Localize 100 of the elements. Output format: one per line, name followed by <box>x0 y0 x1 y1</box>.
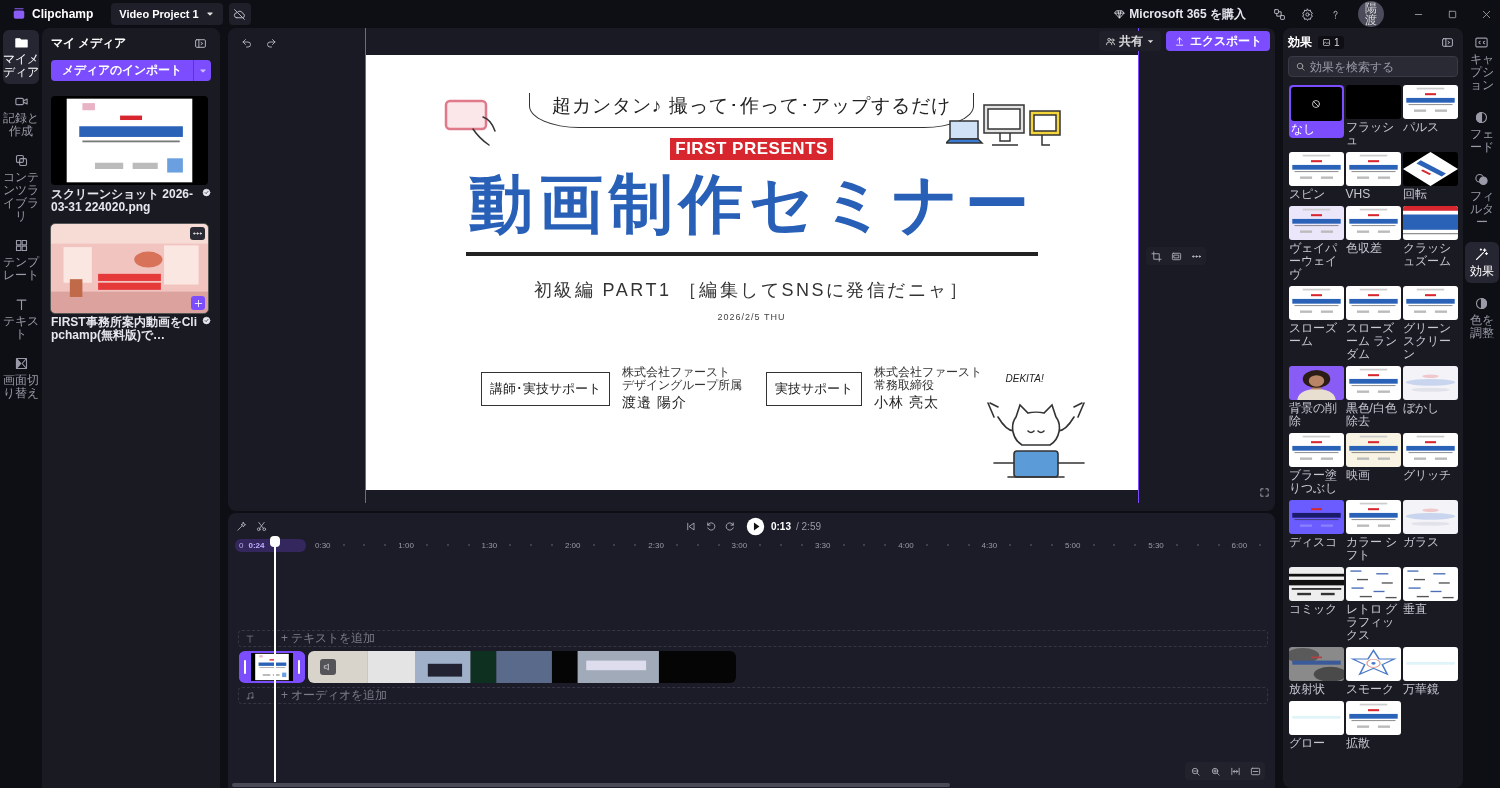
image-icon <box>1322 37 1331 47</box>
sidebar-item[interactable]: テキスト <box>3 292 39 346</box>
ruler-label: 4:00 <box>898 540 914 550</box>
ruler-label: 1:00 <box>398 540 414 550</box>
effect-tile[interactable]: グリッチ <box>1402 433 1458 484</box>
ruler-label: 2:30 <box>648 540 664 550</box>
more-button[interactable] <box>190 227 205 240</box>
sidebar-item[interactable]: 色を調整 <box>1464 291 1499 345</box>
add-audio-track[interactable]: + オーディオを追加 <box>238 687 1268 704</box>
transition-icon <box>13 356 29 371</box>
effect-tile[interactable]: レトロ グラフィックス <box>1345 567 1401 644</box>
check-icon <box>202 316 211 325</box>
fit-screen-icon <box>1249 765 1261 777</box>
effect-tile[interactable]: 映画 <box>1345 433 1401 484</box>
maximize-icon <box>1446 8 1458 20</box>
effect-tile[interactable]: ガラス <box>1402 500 1458 551</box>
scissors-icon <box>255 520 267 532</box>
half-circle-icon <box>1474 296 1489 311</box>
video-clip[interactable] <box>239 651 305 683</box>
user-avatar[interactable]: 陽渡 <box>1358 1 1384 27</box>
effect-tile[interactable]: ぼかし <box>1402 366 1458 417</box>
stacked-squares-icon <box>13 153 29 168</box>
import-dropdown[interactable] <box>193 60 211 81</box>
share-button[interactable]: 共有 <box>1099 31 1161 51</box>
fullscreen-icon <box>1258 486 1270 498</box>
ruler-label: 4:30 <box>981 540 998 550</box>
effect-tile[interactable]: パルス <box>1402 85 1458 136</box>
effect-tile[interactable]: グロー <box>1288 701 1344 752</box>
fit-icon <box>1170 250 1182 262</box>
effect-tile[interactable]: 色収差 <box>1345 206 1401 257</box>
effect-tile[interactable]: ディスコ <box>1288 500 1344 551</box>
undo-icon <box>241 37 253 49</box>
position-text: 常務取締役 <box>874 379 935 392</box>
effect-tile[interactable]: 回転 <box>1402 152 1458 203</box>
effect-tile[interactable]: 万華鏡 <box>1402 647 1458 698</box>
effect-tile[interactable]: ヴェイパーウェイヴ <box>1288 206 1344 283</box>
add-button[interactable] <box>191 296 205 310</box>
sidebar-item[interactable]: 記録と作成 <box>3 89 39 143</box>
project-menu[interactable]: Video Project 1 <box>111 3 223 25</box>
effect-tile[interactable]: VHS <box>1345 152 1401 203</box>
connect-icon <box>1272 7 1286 21</box>
ruler-label: 1:30 <box>481 540 498 550</box>
effect-tile[interactable]: 黒色/白色除去 <box>1345 366 1401 430</box>
role-label: 講師･実技サポート <box>481 372 610 406</box>
effect-tile[interactable]: コミック <box>1288 567 1344 618</box>
effect-tile[interactable]: 拡散 <box>1345 701 1401 752</box>
music-note-icon <box>245 690 255 701</box>
search-input[interactable]: 効果を検索する <box>1310 59 1451 74</box>
scrollbar[interactable] <box>232 783 950 787</box>
panel-title: 効果 <box>1288 33 1312 51</box>
search-field[interactable]: 効果を検索する <box>1288 56 1458 77</box>
effect-tile[interactable]: ブラー塗りつぶし <box>1288 433 1344 497</box>
play-button[interactable] <box>745 516 765 536</box>
panel-icon <box>193 36 207 50</box>
half-circle-icon <box>1474 110 1489 125</box>
sidebar-item[interactable]: 画面切り替え <box>3 351 39 405</box>
track-label: + オーディオを追加 <box>281 687 388 704</box>
effect-tile[interactable]: スローズーム ランダム <box>1345 286 1401 363</box>
sync-button[interactable] <box>228 3 251 25</box>
effect-tile[interactable]: グリーンスクリーン <box>1402 286 1458 363</box>
effect-tile[interactable]: スピン <box>1288 152 1344 203</box>
sidebar-item[interactable]: キャプション <box>1464 30 1499 97</box>
cloud-off-icon <box>233 7 247 21</box>
effect-tile[interactable]: スモーク <box>1345 647 1401 698</box>
plus-icon <box>192 297 204 309</box>
people-icon <box>1105 35 1116 47</box>
audio-badge[interactable] <box>320 659 336 675</box>
sidebar-item[interactable]: テンプレート <box>3 233 39 287</box>
export-button[interactable]: エクスポート <box>1166 31 1270 51</box>
effect-tile[interactable]: 垂直 <box>1402 567 1458 618</box>
add-text-track[interactable]: + テキストを追加 <box>238 630 1268 647</box>
captions-icon <box>1474 35 1489 50</box>
check-icon <box>202 188 211 197</box>
playhead[interactable] <box>269 536 281 782</box>
effect-tile[interactable]: スローズーム <box>1288 286 1344 350</box>
ruler-label: 0 <box>239 540 244 550</box>
effect-tile[interactable]: カラー シフト <box>1345 500 1401 564</box>
sidebar-item[interactable]: 効果 <box>1464 242 1499 283</box>
effect-tile[interactable]: 背景の削除 <box>1288 366 1344 430</box>
slide-date: 2026/2/5 THU <box>717 312 786 322</box>
current-time: 0:13 <box>770 520 791 532</box>
settings-icon <box>1300 7 1314 21</box>
skip-back-icon <box>685 520 697 532</box>
sidebar-item[interactable]: マイメディア <box>3 30 39 84</box>
effect-tile[interactable]: フラッシュ <box>1345 85 1401 149</box>
slide-title: 動画制作セミナー <box>468 168 1035 240</box>
play-icon <box>745 516 765 536</box>
buy-link[interactable]: Microsoft 365 を購入 <box>1108 4 1252 24</box>
ruler-label: 2:00 <box>564 540 581 550</box>
sidebar-item[interactable]: フェード <box>1464 105 1499 159</box>
sidebar-item[interactable]: コンテンツライブラリ <box>3 148 39 228</box>
effect-tile[interactable]: クラッシュズーム <box>1402 206 1458 270</box>
ruler-label: 5:30 <box>1148 540 1164 550</box>
effect-tile[interactable]: 放射状 <box>1288 647 1344 698</box>
sidebar-item[interactable]: フィルター <box>1464 167 1499 234</box>
effect-tile[interactable]: なし <box>1288 85 1344 138</box>
company-text: 株式会社ファースト <box>622 366 731 379</box>
fit-width-icon <box>1229 765 1241 777</box>
upload-icon <box>1174 35 1185 47</box>
import-button[interactable]: メディアのインポート <box>51 60 193 81</box>
